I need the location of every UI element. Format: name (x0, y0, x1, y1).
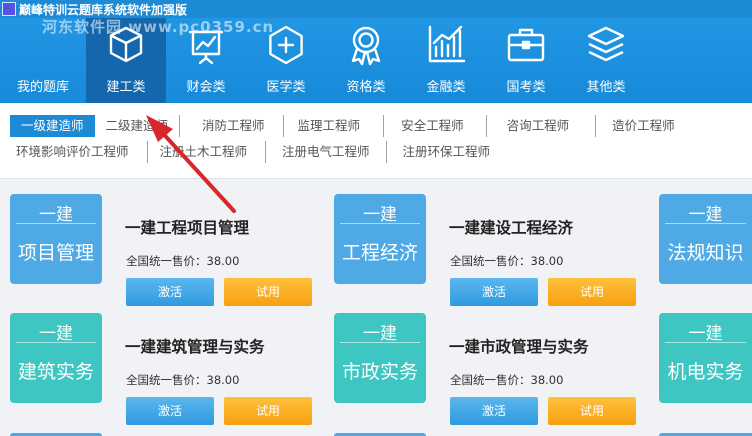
nav-label: 国考类 (506, 80, 546, 95)
trial-button[interactable]: 试用 (548, 397, 636, 425)
course-thumbnail[interactable]: 一建 机电实务 (659, 313, 752, 403)
nav-civil-exam[interactable]: 国考类 (486, 18, 566, 103)
course-thumbnail[interactable]: 一建 法规知识 (659, 194, 752, 284)
course-title: 一建建筑管理与实务 (125, 338, 265, 356)
category-tab[interactable]: 咨询工程师 (485, 115, 596, 137)
category-tab[interactable]: 注册电气工程师 (265, 141, 386, 163)
course-thumbnail[interactable]: 一建 工程经济 (334, 194, 426, 284)
thumb-level: 一建 (16, 194, 96, 225)
course-grid: 一建 项目管理 一建工程项目管理 全国统一售价：38.00 激活 试用 一建 工… (0, 180, 752, 436)
watermark: 河东软件园 www.pc0359.cn (42, 18, 275, 36)
course-card: 一建 机电实务 (659, 313, 752, 423)
layers-icon (587, 26, 625, 62)
course-card: 一建 工程经济 一建建设工程经济 全国统一售价：38.00 激活 试用 (334, 194, 654, 306)
thumb-subject: 工程经济 (341, 242, 418, 264)
course-thumbnail[interactable]: 一建 项目管理 (10, 194, 102, 284)
thumb-level: 一建 (665, 313, 746, 344)
category-tab[interactable]: 二级建造师 (95, 115, 180, 137)
thumb-level: 一建 (665, 194, 746, 225)
bar-chart-icon (428, 25, 466, 63)
thumb-level: 一建 (340, 194, 420, 225)
activate-button[interactable]: 激活 (450, 397, 538, 425)
course-price: 全国统一售价：38.00 (126, 254, 240, 268)
activate-button[interactable]: 激活 (126, 278, 214, 306)
category-tab[interactable]: 安全工程师 (383, 115, 486, 137)
category-tab[interactable]: 注册环保工程师 (385, 141, 505, 163)
briefcase-icon (507, 28, 545, 62)
course-card: 一建 市政实务 一建市政管理与实务 全国统一售价：38.00 激活 试用 (334, 313, 654, 425)
thumb-subject: 建筑实务 (17, 361, 94, 383)
nav-label: 医学类 (266, 80, 306, 95)
thumb-subject: 法规知识 (667, 242, 744, 264)
category-tab[interactable]: 监理工程师 (282, 115, 384, 137)
course-card: 一建 建筑实务 一建建筑管理与实务 全国统一售价：38.00 激活 试用 (10, 313, 330, 425)
category-tab[interactable]: 一级建造师 (10, 115, 95, 137)
course-price: 全国统一售价：38.00 (450, 373, 564, 387)
category-tab[interactable]: 注册土木工程师 (146, 141, 266, 163)
course-title: 一建建设工程经济 (449, 219, 574, 237)
thumb-level: 一建 (340, 313, 420, 344)
activate-button[interactable]: 激活 (450, 278, 538, 306)
award-icon (351, 26, 381, 66)
course-title: 一建工程项目管理 (125, 219, 250, 237)
app-logo-icon (2, 2, 16, 16)
nav-label: 财会类 (186, 80, 226, 95)
category-tab[interactable]: 消防工程师 (179, 115, 283, 137)
course-thumbnail[interactable]: 一建 市政实务 (334, 313, 426, 403)
nav-label: 我的题库 (16, 80, 69, 95)
thumb-subject: 市政实务 (341, 361, 418, 383)
nav-label: 金融类 (426, 80, 466, 95)
nav-other[interactable]: 其他类 (566, 18, 646, 103)
course-price: 全国统一售价：38.00 (126, 373, 240, 387)
nav-qualification[interactable]: 资格类 (326, 18, 406, 103)
trial-button[interactable]: 试用 (224, 278, 312, 306)
nav-label: 其他类 (586, 80, 626, 95)
category-tab[interactable]: 环境影响评价工程师 (10, 141, 147, 163)
category-tab[interactable]: 造价工程师 (595, 115, 689, 137)
nav-finance[interactable]: 金融类 (406, 18, 486, 103)
thumb-subject: 项目管理 (17, 242, 94, 264)
thumb-subject: 机电实务 (667, 361, 744, 383)
course-thumbnail[interactable]: 一建 建筑实务 (10, 313, 102, 403)
nav-label: 资格类 (346, 80, 386, 95)
trial-button[interactable]: 试用 (224, 397, 312, 425)
course-card: 一建 项目管理 一建工程项目管理 全国统一售价：38.00 激活 试用 (10, 194, 330, 306)
nav-label: 建工类 (106, 80, 146, 95)
activate-button[interactable]: 激活 (126, 397, 214, 425)
category-row: 环境影响评价工程师 注册土木工程师 注册电气工程师 注册环保工程师 (10, 140, 504, 164)
thumb-level: 一建 (16, 313, 96, 344)
category-row: 一级建造师 二级建造师 消防工程师 监理工程师 安全工程师 咨询工程师 造价工程… (10, 114, 689, 138)
category-bar: 一级建造师 二级建造师 消防工程师 监理工程师 安全工程师 咨询工程师 造价工程… (0, 103, 752, 179)
window-title: 巅峰特训云题库系统软件加强版 (19, 2, 188, 17)
course-price: 全国统一售价：38.00 (450, 254, 564, 268)
trial-button[interactable]: 试用 (548, 278, 636, 306)
course-title: 一建市政管理与实务 (449, 338, 589, 356)
course-card: 一建 法规知识 (659, 194, 752, 304)
